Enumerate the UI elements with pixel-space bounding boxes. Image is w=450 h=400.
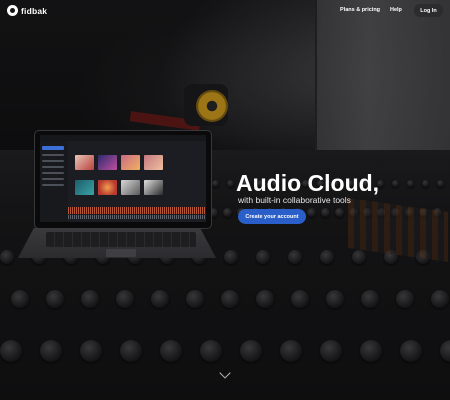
waveform-secondary	[68, 215, 206, 219]
app-sidebar-item	[42, 178, 64, 180]
laptop-screen	[40, 135, 206, 222]
nav-help[interactable]: Help	[390, 7, 402, 13]
top-nav: fidbak Plans & pricing Help Log In	[0, 0, 450, 22]
album-thumb	[144, 155, 163, 170]
album-thumb	[98, 180, 117, 195]
app-sidebar-item	[42, 146, 64, 150]
album-thumb	[98, 155, 117, 170]
laptop-keyboard	[46, 232, 196, 247]
app-sidebar-item	[42, 184, 64, 186]
login-button[interactable]: Log In	[414, 4, 443, 17]
laptop-mockup	[18, 131, 216, 259]
album-thumb	[144, 180, 163, 195]
app-sidebar-item	[42, 172, 64, 174]
album-thumb	[75, 180, 94, 195]
laptop-trackpad	[106, 249, 136, 257]
brand-logo[interactable]: fidbak	[7, 5, 47, 16]
app-sidebar	[40, 141, 68, 222]
album-thumb	[121, 180, 140, 195]
hero-title: Audio Cloud,	[236, 170, 380, 196]
nav-plans-pricing[interactable]: Plans & pricing	[340, 7, 380, 13]
album-thumb	[121, 155, 140, 170]
album-thumb	[75, 155, 94, 170]
brand-name: fidbak	[21, 5, 48, 16]
waveform	[68, 207, 206, 214]
app-sidebar-item	[42, 160, 64, 162]
hero-subtitle: with built-in collaborative tools	[238, 195, 351, 205]
app-sidebar-item	[42, 166, 64, 168]
fidbak-logo-icon	[7, 5, 18, 16]
app-sidebar-item	[42, 154, 64, 156]
create-account-button[interactable]: Create your account	[238, 209, 306, 224]
